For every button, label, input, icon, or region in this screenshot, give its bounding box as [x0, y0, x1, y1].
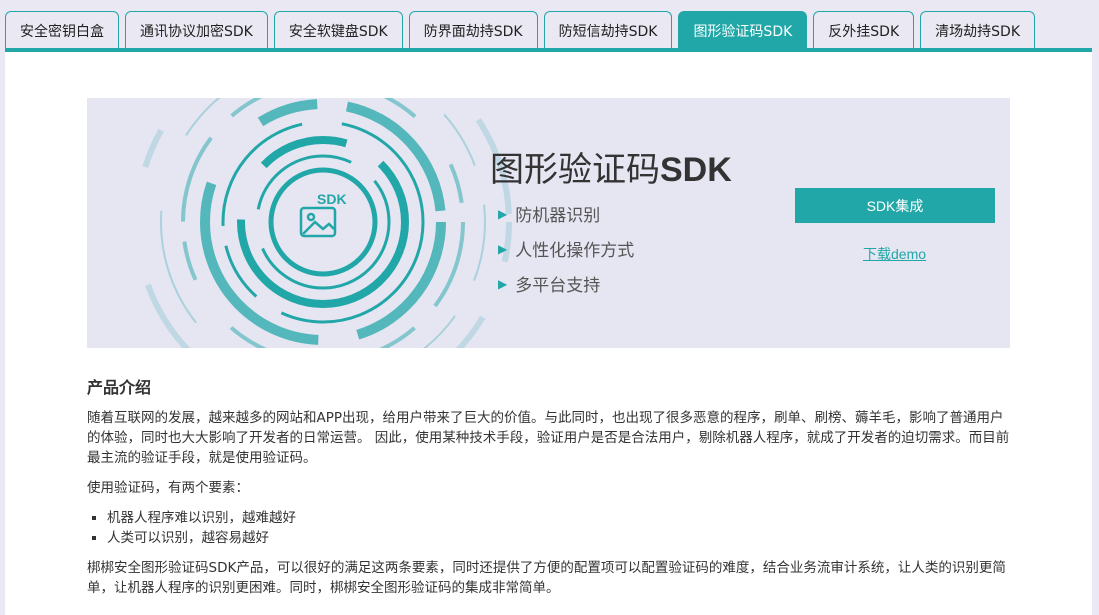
tab-protocol-encryption-sdk[interactable]: 通讯协议加密SDK — [125, 11, 268, 52]
intro-heading: 产品介绍 — [87, 378, 152, 397]
list-item: 机器人程序难以识别，越难越好 — [107, 508, 1012, 528]
sdk-icon-label: SDK — [317, 191, 347, 207]
feature-item: ▶ 防机器识别 — [498, 206, 601, 226]
triangle-arrow-icon: ▶ — [498, 206, 508, 221]
tab-captcha-sdk[interactable]: 图形验证码SDK — [678, 11, 808, 52]
requirement-list: 机器人程序难以识别，越难越好 人类可以识别，越容易越好 — [107, 508, 1012, 548]
download-demo-link[interactable]: 下载demo — [863, 244, 926, 264]
hero-banner: SDK 图形验证码SDK ▶ 防机器识别 ▶ 人性化操作方式 ▶ 多平台支持 SDK集… — [87, 98, 1010, 348]
intro-paragraph: 随着互联网的发展，越来越多的网站和APP出现，给用户带来了巨大的价值。与此同时，… — [87, 410, 1010, 466]
sdk-image-icon — [299, 206, 337, 238]
tab-secure-keyboard-sdk[interactable]: 安全软键盘SDK — [273, 11, 403, 52]
feature-list: ▶ 防机器识别 ▶ 人性化操作方式 ▶ 多平台支持 — [498, 196, 634, 301]
sdk-integrate-button[interactable]: SDK集成 — [795, 188, 995, 223]
triangle-arrow-icon: ▶ — [498, 241, 508, 256]
tab-anti-ui-hijack-sdk[interactable]: 防界面劫持SDK — [408, 11, 538, 52]
hero-title: 图形验证码SDK — [490, 142, 732, 191]
tab-secure-key-whitebox[interactable]: 安全密钥白盒 — [5, 11, 119, 52]
product-intro: 产品介绍 随着互联网的发展，越来越多的网站和APP出现，给用户带来了巨大的价值。… — [87, 374, 1012, 608]
triangle-arrow-icon: ▶ — [498, 276, 508, 291]
tab-clear-hijack-sdk[interactable]: 清场劫持SDK — [920, 11, 1036, 52]
hero-title-sdk: SDK — [660, 151, 732, 189]
intro-paragraph: 梆梆安全图形验证码SDK产品，可以很好的满足这两条要素，同时还提供了方便的配置项… — [87, 560, 1006, 596]
tab-anti-cheat-sdk[interactable]: 反外挂SDK — [813, 11, 915, 52]
feature-item: ▶ 人性化操作方式 — [498, 241, 635, 261]
hero-title-cn: 图形验证码 — [490, 150, 660, 190]
feature-item: ▶ 多平台支持 — [498, 276, 601, 296]
product-tabs: 安全密钥白盒 通讯协议加密SDK 安全软键盘SDK 防界面劫持SDK 防短信劫持… — [0, 0, 1099, 52]
intro-paragraph: 使用验证码，有两个要素： — [87, 480, 249, 496]
tab-anti-sms-hijack-sdk[interactable]: 防短信劫持SDK — [543, 11, 673, 52]
main-content: SDK 图形验证码SDK ▶ 防机器识别 ▶ 人性化操作方式 ▶ 多平台支持 SDK集… — [5, 52, 1092, 615]
list-item: 人类可以识别，越容易越好 — [107, 528, 1012, 548]
